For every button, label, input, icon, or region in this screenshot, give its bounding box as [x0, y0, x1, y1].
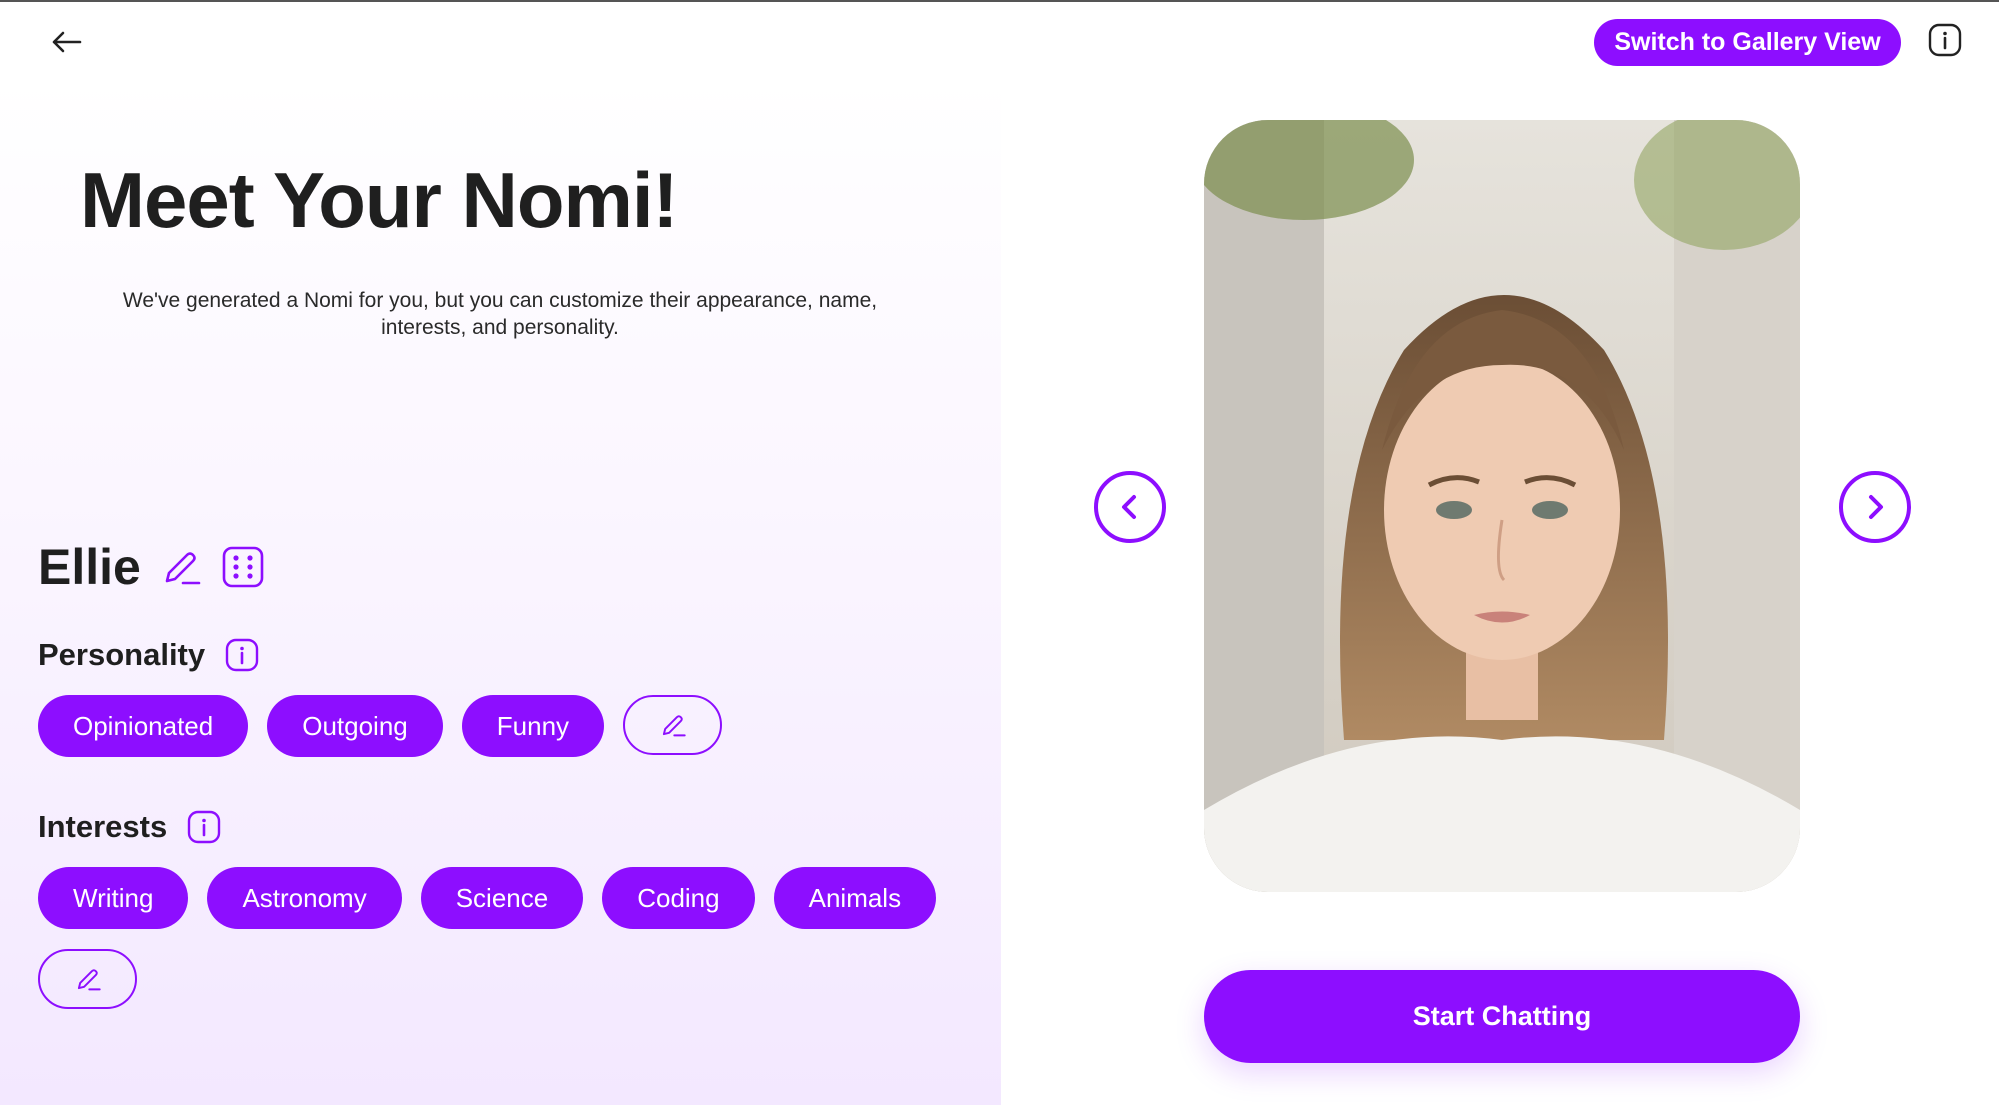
interest-chip[interactable]: Animals: [773, 867, 937, 929]
chevron-left-icon: [1122, 495, 1136, 519]
interest-chip[interactable]: Writing: [38, 867, 189, 929]
top-bar: Switch to Gallery View: [0, 0, 1999, 80]
previous-avatar-button[interactable]: [1094, 471, 1166, 543]
arrow-left-icon: [52, 31, 82, 53]
personality-section-label: Personality: [38, 637, 259, 673]
edit-name-button[interactable]: [159, 545, 203, 589]
switch-to-gallery-view-button[interactable]: Switch to Gallery View: [1594, 19, 1901, 66]
info-icon: [1928, 23, 1962, 57]
page-title: Meet Your Nomi!: [80, 156, 678, 244]
interest-chip[interactable]: Science: [420, 867, 584, 929]
portrait-illustration: [1204, 120, 1800, 892]
personality-chips: Opinionated Outgoing Funny: [38, 695, 723, 757]
interests-info-button[interactable]: [187, 810, 221, 844]
avatar-portrait: [1204, 120, 1800, 892]
personality-label: Personality: [38, 637, 206, 672]
back-button[interactable]: [44, 20, 88, 64]
next-avatar-button[interactable]: [1839, 471, 1911, 543]
nomi-name: Ellie: [38, 539, 141, 595]
info-icon: [225, 638, 259, 672]
chevron-right-icon: [1869, 495, 1883, 519]
personality-chip[interactable]: Funny: [461, 695, 605, 757]
interest-chip[interactable]: Astronomy: [207, 867, 402, 929]
interests-label: Interests: [38, 809, 168, 844]
name-row: Ellie: [38, 538, 265, 596]
dice-icon: [222, 546, 264, 588]
info-button[interactable]: [1927, 22, 1963, 58]
personality-info-button[interactable]: [225, 638, 259, 672]
interests-section-label: Interests: [38, 809, 221, 845]
edit-interests-button[interactable]: [38, 949, 137, 1009]
interest-chips: Writing Astronomy Science Coding Animals: [38, 867, 937, 929]
pencil-icon: [77, 969, 101, 991]
page-subtitle: We've generated a Nomi for you, but you …: [122, 289, 878, 339]
start-chatting-button[interactable]: Start Chatting: [1204, 970, 1800, 1063]
interest-chip[interactable]: Coding: [602, 867, 755, 929]
personality-chip[interactable]: Opinionated: [38, 695, 249, 757]
pencil-icon: [165, 552, 201, 585]
info-icon: [188, 810, 221, 844]
edit-personality-button[interactable]: [623, 695, 723, 755]
pencil-icon: [662, 715, 686, 737]
randomize-button[interactable]: [221, 545, 265, 589]
personality-chip[interactable]: Outgoing: [267, 695, 443, 757]
